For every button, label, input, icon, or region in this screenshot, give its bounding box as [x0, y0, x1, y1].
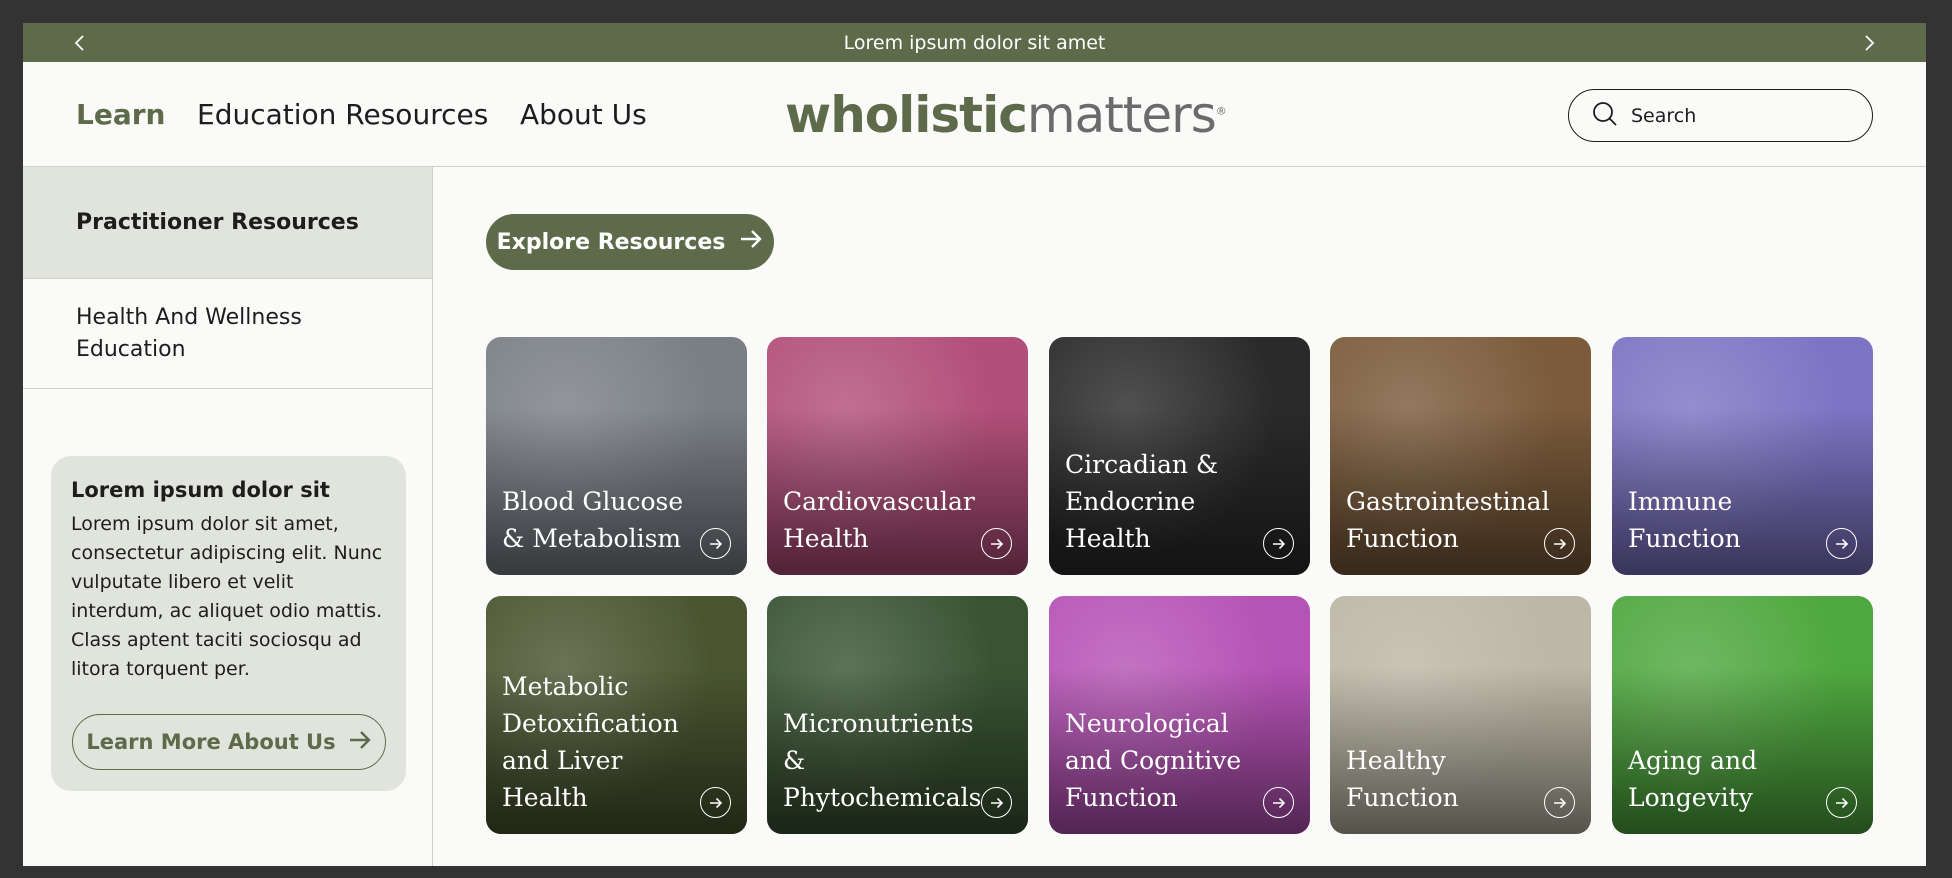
- main-content: Explore Resources Blood Glucose & Metabo…: [433, 167, 1926, 866]
- category-card[interactable]: Neurological and Cognitive Function: [1049, 596, 1310, 834]
- promo-title: Lorem ipsum dolor sit: [71, 478, 330, 502]
- category-card[interactable]: Gastrointestinal Function: [1330, 337, 1591, 575]
- promo-body: Lorem ipsum dolor sit amet, consectetur …: [71, 513, 383, 680]
- arrow-circle-icon[interactable]: [1544, 787, 1575, 818]
- category-title: Immune Function: [1628, 487, 1741, 553]
- category-card[interactable]: Metabolic Detoxification and Liver Healt…: [486, 596, 747, 834]
- search-icon: [1591, 100, 1619, 132]
- arrow-circle-icon[interactable]: [981, 528, 1012, 559]
- announcement-bar: Lorem ipsum dolor sit amet: [23, 23, 1926, 62]
- search-input[interactable]: [1631, 104, 1851, 127]
- chevron-right-icon[interactable]: [1857, 31, 1881, 55]
- arrow-circle-icon[interactable]: [700, 528, 731, 559]
- category-title: Blood Glucose & Metabolism: [502, 487, 684, 553]
- nav-education-resources[interactable]: Education Resources: [197, 98, 488, 131]
- main-nav: Learn Education Resources About Us wholi…: [23, 62, 1926, 167]
- category-card[interactable]: Micronutrients & Phytochemicals: [767, 596, 1028, 834]
- sidebar: Practitioner Resources Health And Wellne…: [23, 167, 433, 866]
- category-title: Healthy Function: [1346, 746, 1459, 812]
- nav-about-us[interactable]: About Us: [520, 98, 647, 131]
- promo-card: Lorem ipsum dolor sit Lorem ipsum dolor …: [51, 456, 406, 791]
- search-box[interactable]: [1568, 89, 1873, 142]
- explore-label: Explore Resources: [496, 229, 726, 255]
- category-title: Circadian & Endocrine Health: [1065, 450, 1219, 553]
- explore-resources-button[interactable]: Explore Resources: [486, 214, 774, 270]
- sidebar-item-label: Practitioner Resources: [76, 209, 359, 235]
- category-title: Gastrointestinal Function: [1346, 487, 1550, 553]
- category-title: Cardiovascular Health: [783, 487, 975, 553]
- category-card[interactable]: Blood Glucose & Metabolism: [486, 337, 747, 575]
- page-frame: Lorem ipsum dolor sit amet Learn Educati…: [23, 23, 1926, 866]
- learn-more-button[interactable]: Learn More About Us: [72, 714, 386, 770]
- category-title: Micronutrients & Phytochemicals: [783, 709, 982, 812]
- sidebar-item-label: Health And Wellness Education: [76, 304, 302, 362]
- arrow-circle-icon[interactable]: [1263, 528, 1294, 559]
- arrow-circle-icon[interactable]: [1826, 528, 1857, 559]
- category-card[interactable]: Healthy Function: [1330, 596, 1591, 834]
- sidebar-item-practitioner-resources[interactable]: Practitioner Resources: [23, 167, 432, 279]
- arrow-right-icon: [739, 229, 763, 255]
- arrow-right-icon: [348, 730, 372, 755]
- category-title: Metabolic Detoxification and Liver Healt…: [502, 672, 679, 812]
- logo-light: matters: [1026, 86, 1217, 144]
- category-title: Neurological and Cognitive Function: [1065, 709, 1242, 812]
- nav-learn[interactable]: Learn: [76, 98, 165, 131]
- category-card[interactable]: Cardiovascular Health: [767, 337, 1028, 575]
- arrow-circle-icon[interactable]: [1263, 787, 1294, 818]
- category-card[interactable]: Aging and Longevity: [1612, 596, 1873, 834]
- sidebar-item-health-education[interactable]: Health And Wellness Education: [23, 279, 432, 389]
- arrow-circle-icon[interactable]: [1826, 787, 1857, 818]
- logo-reg: ®: [1215, 104, 1227, 118]
- logo-bold: wholistic: [785, 86, 1028, 144]
- brand-logo[interactable]: wholisticmatters®: [785, 86, 1227, 144]
- arrow-circle-icon[interactable]: [981, 787, 1012, 818]
- category-title: Aging and Longevity: [1628, 746, 1758, 812]
- category-card[interactable]: Circadian & Endocrine Health: [1049, 337, 1310, 575]
- learn-more-label: Learn More About Us: [86, 730, 336, 754]
- arrow-circle-icon[interactable]: [1544, 528, 1575, 559]
- announcement-text: Lorem ipsum dolor sit amet: [843, 31, 1106, 54]
- chevron-left-icon[interactable]: [68, 31, 92, 55]
- category-card[interactable]: Immune Function: [1612, 337, 1873, 575]
- arrow-circle-icon[interactable]: [700, 787, 731, 818]
